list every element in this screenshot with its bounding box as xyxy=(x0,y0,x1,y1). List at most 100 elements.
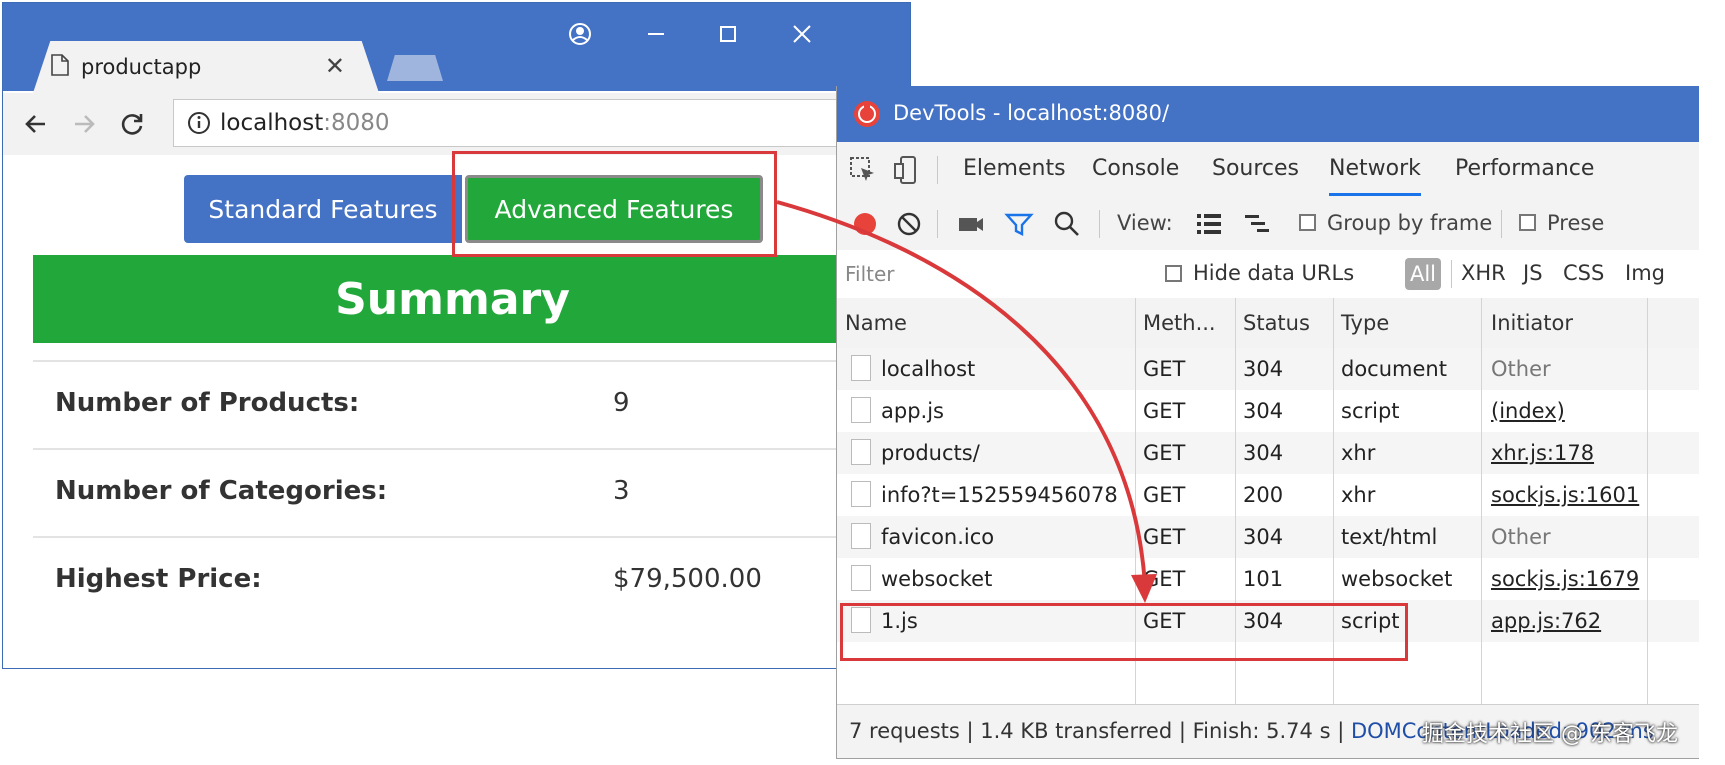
minimize-icon[interactable] xyxy=(639,17,673,51)
cell-name[interactable]: favicon.ico xyxy=(881,525,994,549)
hide-data-urls-checkbox[interactable] xyxy=(1165,265,1182,282)
summary-value: 9 xyxy=(613,388,630,418)
tab-sources[interactable]: Sources xyxy=(1212,156,1299,181)
divider xyxy=(1451,260,1452,288)
forward-icon[interactable] xyxy=(67,107,101,141)
cell-status: 304 xyxy=(1243,399,1284,423)
back-icon[interactable] xyxy=(19,107,53,141)
cell-name[interactable]: info?t=152559456078 xyxy=(881,483,1118,507)
table-row[interactable]: info?t=152559456078 GET 200 xhr sockjs.js:16… xyxy=(837,474,1699,516)
waterfall-overview-icon[interactable] xyxy=(1241,208,1273,240)
file-icon xyxy=(851,439,871,465)
filter-type-css[interactable]: CSS xyxy=(1563,261,1604,285)
standard-features-button[interactable]: Standard Features xyxy=(184,175,462,243)
cell-name[interactable]: websocket xyxy=(881,567,992,591)
view-label: View: xyxy=(1117,211,1173,235)
device-toolbar-icon[interactable] xyxy=(891,154,923,186)
devtools-title: DevTools - localhost:8080/ xyxy=(893,101,1170,125)
tab-console[interactable]: Console xyxy=(1092,156,1179,181)
browser-window: productapp ✕ localhost:8080 Standard Fea… xyxy=(2,2,911,669)
tab-elements[interactable]: Elements xyxy=(963,156,1066,181)
cell-name[interactable]: localhost xyxy=(881,357,975,381)
filter-type-xhr[interactable]: XHR xyxy=(1461,261,1506,285)
filter-type-js[interactable]: JS xyxy=(1523,261,1543,285)
large-rows-icon[interactable] xyxy=(1193,208,1225,240)
summary-row: Number of Products: 9 xyxy=(33,360,910,448)
column-divider xyxy=(1333,298,1334,758)
table-row[interactable]: app.js GET 304 script (index) xyxy=(837,390,1699,432)
cell-method: GET xyxy=(1143,525,1186,549)
advanced-button-highlight xyxy=(452,151,777,257)
column-header-name[interactable]: Name xyxy=(845,298,907,348)
watermark: 掘金技术社区 @ 东客飞龙 xyxy=(1422,722,1678,747)
summary-label: Highest Price: xyxy=(55,564,262,594)
network-toolbar: View: Group by frame Prese xyxy=(837,198,1699,251)
screenshot-camera-icon[interactable] xyxy=(955,208,987,240)
cell-initiator[interactable]: xhr.js:178 xyxy=(1491,441,1594,465)
filter-icon[interactable] xyxy=(1003,208,1035,240)
summary-row: Number of Categories: 3 xyxy=(33,448,910,536)
url-text: localhost:8080 xyxy=(220,110,390,136)
summary-row: Highest Price: $79,500.00 xyxy=(33,536,910,624)
divider xyxy=(1099,210,1100,238)
url-port: :8080 xyxy=(323,110,390,136)
column-header-type[interactable]: Type xyxy=(1341,298,1389,348)
cell-status: 101 xyxy=(1243,567,1284,591)
filter-type-img[interactable]: Img xyxy=(1625,261,1665,285)
cell-status: 304 xyxy=(1243,441,1284,465)
cell-type: script xyxy=(1341,399,1400,423)
cell-method: GET xyxy=(1143,399,1186,423)
cell-type: websocket xyxy=(1341,567,1453,591)
column-header-initiator[interactable]: Initiator xyxy=(1491,298,1573,348)
browser-tab[interactable]: productapp ✕ xyxy=(33,41,379,93)
browser-titlebar: productapp ✕ xyxy=(3,3,910,93)
filter-type-all[interactable]: All xyxy=(1405,258,1441,290)
new-tab-button[interactable] xyxy=(387,55,443,81)
tab-performance[interactable]: Performance xyxy=(1455,156,1594,181)
maximize-icon[interactable] xyxy=(711,17,745,51)
status-finish: Finish: 5.74 s xyxy=(1192,719,1331,743)
table-row[interactable]: favicon.ico GET 304 text/html Other xyxy=(837,516,1699,558)
group-by-frame-label: Group by frame xyxy=(1327,211,1493,235)
cell-status: 304 xyxy=(1243,357,1284,381)
profile-icon[interactable] xyxy=(563,17,597,51)
summary-value: $79,500.00 xyxy=(613,564,762,594)
reload-icon[interactable] xyxy=(115,107,149,141)
inspect-element-icon[interactable] xyxy=(847,154,879,186)
address-bar[interactable]: localhost:8080 xyxy=(173,99,903,147)
cell-type: xhr xyxy=(1341,441,1376,465)
preserve-log-label: Prese xyxy=(1547,211,1605,235)
page-icon xyxy=(51,54,69,76)
column-divider xyxy=(1481,298,1482,758)
tab-close-icon[interactable]: ✕ xyxy=(325,52,345,80)
cell-type: document xyxy=(1341,357,1447,381)
tab-network[interactable]: Network xyxy=(1329,156,1421,196)
cell-initiator[interactable]: sockjs.js:1679 xyxy=(1491,567,1639,591)
file-icon xyxy=(851,565,871,591)
cell-initiator[interactable]: (index) xyxy=(1491,399,1565,423)
filter-input[interactable] xyxy=(843,256,1167,292)
search-icon[interactable] xyxy=(1051,208,1083,240)
group-by-frame-checkbox[interactable] xyxy=(1299,214,1316,231)
column-header-method[interactable]: Meth... xyxy=(1143,298,1216,348)
devtools-logo-icon xyxy=(854,101,880,127)
column-header-status[interactable]: Status xyxy=(1243,298,1310,348)
column-divider xyxy=(1135,298,1136,758)
table-row[interactable]: products/GET 304 xhr xhr.js:178 xyxy=(837,432,1699,474)
close-window-icon[interactable] xyxy=(785,17,819,51)
cell-initiator[interactable]: sockjs.js:1601 xyxy=(1491,483,1639,507)
summary-label: Number of Products: xyxy=(55,388,360,418)
divider xyxy=(937,210,938,238)
cell-name[interactable]: products/ xyxy=(881,441,980,465)
file-icon xyxy=(851,523,871,549)
record-icon[interactable] xyxy=(849,208,881,240)
info-icon[interactable] xyxy=(186,110,212,136)
cell-initiator[interactable]: app.js:762 xyxy=(1491,609,1601,633)
table-row[interactable]: localhost GET 304 document Other xyxy=(837,348,1699,390)
table-row[interactable]: websocket GET 101 websocket sockjs.js:1679 xyxy=(837,558,1699,600)
devtools-tab-bar: Elements Console Sources Network Perform… xyxy=(837,142,1699,199)
preserve-log-checkbox[interactable] xyxy=(1519,214,1536,231)
clear-icon[interactable] xyxy=(893,208,925,240)
cell-initiator: Other xyxy=(1491,357,1551,381)
cell-name[interactable]: app.js xyxy=(881,399,944,423)
